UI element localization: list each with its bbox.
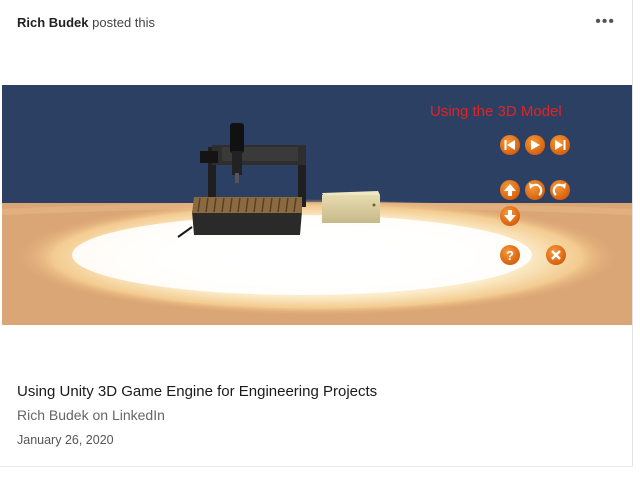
control-box-model (322, 191, 380, 223)
overlay-title: Using the 3D Model (430, 103, 562, 120)
rotate-right-icon (550, 180, 570, 200)
skip-back-icon (500, 135, 520, 155)
rotate-left-icon (525, 180, 545, 200)
arrow-up-icon (500, 180, 520, 200)
arrow-down-icon (500, 206, 520, 226)
article-image[interactable]: Using the 3D Model ? (2, 85, 632, 325)
more-options-icon[interactable]: ••• (595, 14, 615, 30)
skip-forward-icon (550, 135, 570, 155)
article-source: Rich Budek on LinkedIn (17, 407, 165, 423)
play-icon (525, 135, 545, 155)
close-icon (546, 245, 566, 265)
author-name[interactable]: Rich Budek (17, 15, 89, 30)
post-date: January 26, 2020 (17, 433, 114, 447)
post-card: Rich Budek posted this ••• Using the 3D … (0, 0, 633, 467)
post-action-text: posted this (92, 15, 156, 30)
post-header: Rich Budek posted this (17, 15, 155, 30)
help-icon: ? (500, 245, 520, 265)
svg-text:?: ? (506, 248, 514, 263)
article-title[interactable]: Using Unity 3D Game Engine for Engineeri… (17, 383, 377, 400)
